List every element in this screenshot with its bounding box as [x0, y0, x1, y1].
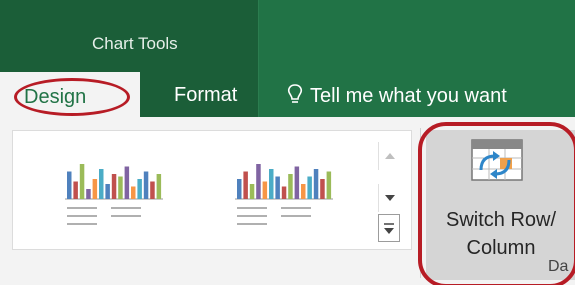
thumbnail-bar	[256, 164, 261, 199]
thumbnail-bar	[86, 189, 91, 199]
thumbnail-legend-line	[237, 215, 267, 217]
chart-style-thumbnail[interactable]	[221, 139, 341, 243]
lightbulb-icon	[287, 84, 303, 103]
thumbnail-bar	[118, 176, 123, 199]
design-tab-highlight	[14, 78, 130, 116]
tell-me-box[interactable]: Tell me what you want	[286, 83, 507, 108]
thumbnail-bar	[99, 169, 104, 199]
group-divider	[258, 0, 259, 117]
thumbnail-bar	[73, 181, 78, 199]
thumbnail-legend-line	[67, 223, 97, 225]
thumbnail-bar	[150, 181, 155, 199]
thumbnail-bar	[131, 186, 136, 199]
gallery-scroll-down[interactable]	[378, 184, 400, 212]
thumbnail-bar	[92, 179, 98, 199]
thumbnail-bar	[67, 171, 72, 199]
thumbnail-bar	[105, 184, 110, 199]
thumbnail-legend-line	[281, 207, 311, 209]
thumbnail-bar	[320, 179, 325, 199]
thumbnail-bar	[79, 164, 85, 199]
thumbnail-bar	[326, 171, 332, 199]
gallery-scroll-up[interactable]	[378, 142, 400, 170]
thumbnail-bar	[288, 174, 293, 199]
thumbnail-bar	[294, 166, 300, 199]
thumbnail-bar	[281, 186, 287, 199]
tab-format[interactable]: Format	[174, 84, 237, 107]
thumbnail-legend-line	[67, 207, 97, 209]
thumbnail-bar	[243, 171, 248, 199]
thumbnail-legend-line	[67, 215, 97, 217]
thumbnail-chart	[65, 164, 163, 225]
thumbnail-bar	[249, 184, 255, 199]
thumbnail-bar	[269, 169, 274, 199]
thumbnail-chart	[235, 164, 333, 225]
tell-me-label: Tell me what you want	[310, 85, 507, 107]
thumbnail-legend-line	[111, 215, 141, 217]
thumbnail-bar	[143, 171, 149, 199]
expand-gallery-icon	[384, 223, 394, 234]
thumbnail-bar	[137, 179, 142, 199]
thumbnail-bar	[124, 166, 130, 199]
thumbnail-bar	[275, 176, 280, 199]
chart-style-thumbnail[interactable]	[51, 139, 171, 243]
chart-tools-label: Chart Tools	[92, 34, 178, 53]
chart-styles-gallery	[12, 130, 412, 250]
thumbnail-bar	[307, 176, 312, 199]
thumbnail-bar	[237, 179, 242, 199]
chevron-up-icon	[385, 153, 395, 159]
thumbnail-bar	[313, 169, 319, 199]
thumbnail-legend-line	[111, 207, 141, 209]
thumbnail-legend-line	[237, 207, 267, 209]
thumbnail-bar	[262, 181, 268, 199]
thumbnail-legend-line	[281, 215, 311, 217]
thumbnail-bar	[301, 184, 306, 199]
thumbnail-bar	[111, 174, 117, 199]
thumbnail-bar	[156, 174, 162, 199]
data-group-label: Da	[548, 258, 569, 275]
thumbnail-legend-line	[237, 223, 267, 225]
gallery-more-button[interactable]	[378, 214, 400, 242]
chevron-down-icon	[385, 195, 395, 201]
